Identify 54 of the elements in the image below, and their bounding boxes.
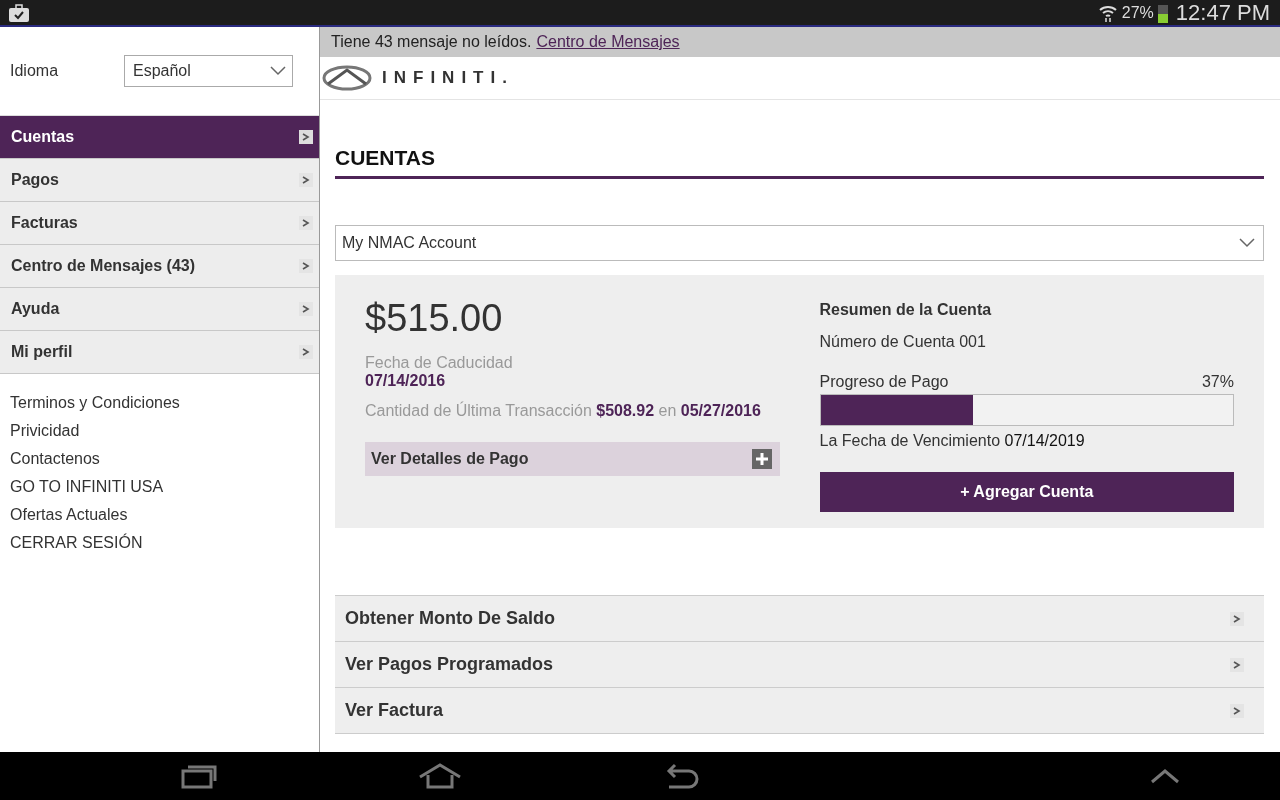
action-row[interactable]: Ver Factura bbox=[335, 688, 1264, 734]
chevron-down-icon bbox=[1239, 238, 1255, 248]
sidebar-link[interactable]: CERRAR SESIÓN bbox=[10, 534, 309, 552]
due-date: 07/14/2016 bbox=[365, 372, 447, 390]
language-label: Idioma bbox=[10, 62, 60, 80]
sidebar-link[interactable]: Privicidad bbox=[10, 422, 309, 440]
sidebar-item[interactable]: Pagos bbox=[0, 159, 319, 202]
payment-details-button[interactable]: Ver Detalles de Pago bbox=[365, 442, 780, 476]
chevron-icon bbox=[1230, 657, 1244, 672]
maturity-date-text: La Fecha de Vencimiento 07/14/2019 bbox=[819, 432, 1086, 450]
sidebar-link[interactable]: Contactenos bbox=[10, 450, 309, 468]
page-title: CUENTAS bbox=[335, 146, 1264, 179]
chevron-icon bbox=[299, 259, 313, 273]
chevron-icon bbox=[299, 216, 313, 230]
sidebar-item[interactable]: Ayuda bbox=[0, 288, 319, 331]
home-icon[interactable] bbox=[417, 763, 462, 789]
chevron-down-icon bbox=[270, 66, 286, 76]
chevron-icon bbox=[299, 173, 313, 187]
chevron-icon bbox=[299, 130, 313, 144]
messages-link[interactable]: Centro de Mensajes bbox=[536, 33, 680, 51]
sidebar-item[interactable]: Facturas bbox=[0, 202, 319, 245]
chevron-icon bbox=[299, 302, 313, 316]
action-row[interactable]: Obtener Monto De Saldo bbox=[335, 596, 1264, 642]
wifi-icon bbox=[1097, 3, 1118, 22]
progress-percent: 37% bbox=[1201, 373, 1234, 391]
sidebar-link[interactable]: GO TO INFINITI USA bbox=[10, 478, 309, 496]
plus-icon bbox=[751, 449, 772, 469]
last-transaction-text: Cantidad de Última Transacción $508.92 en 05/27/2016 bbox=[365, 402, 762, 420]
chevron-icon bbox=[1230, 703, 1244, 718]
add-account-button[interactable]: + Agregar Cuenta bbox=[819, 472, 1234, 512]
logo-wordmark: INFINITI. bbox=[382, 68, 514, 88]
battery-percent: 27% bbox=[1121, 3, 1154, 22]
account-number: Número de Cuenta 001 bbox=[819, 333, 987, 351]
battery-icon bbox=[1157, 2, 1168, 23]
sidebar-link[interactable]: Ofertas Actuales bbox=[10, 506, 309, 524]
unread-notice: Tiene 43 mensaje no leídos. bbox=[331, 33, 532, 51]
recent-apps-icon[interactable] bbox=[180, 763, 217, 789]
logo-emblem-icon bbox=[322, 65, 372, 91]
chevron-icon bbox=[299, 345, 313, 359]
progress-label: Progreso de Pago bbox=[819, 373, 949, 391]
sidebar-link[interactable]: Terminos y Condiciones bbox=[10, 394, 309, 412]
sidebar-item[interactable]: Centro de Mensajes (43) bbox=[0, 245, 319, 288]
due-date-label: Fecha de Caducidad bbox=[365, 354, 514, 372]
sidebar-item[interactable]: Cuentas bbox=[0, 116, 319, 159]
account-select[interactable]: My NMAC Account bbox=[335, 225, 1264, 261]
clock-time: 12:47 PM bbox=[1175, 0, 1270, 26]
sidebar-item[interactable]: Mi perfil bbox=[0, 331, 319, 374]
action-row[interactable]: Ver Pagos Programados bbox=[335, 642, 1264, 688]
summary-title: Resumen de la Cuenta bbox=[819, 301, 993, 319]
chevron-up-icon[interactable] bbox=[1149, 768, 1180, 784]
chevron-icon bbox=[1230, 611, 1244, 626]
briefcase-check-icon bbox=[8, 3, 30, 22]
language-select[interactable]: Español bbox=[124, 55, 293, 87]
balance-amount: $515.00 bbox=[365, 297, 504, 340]
